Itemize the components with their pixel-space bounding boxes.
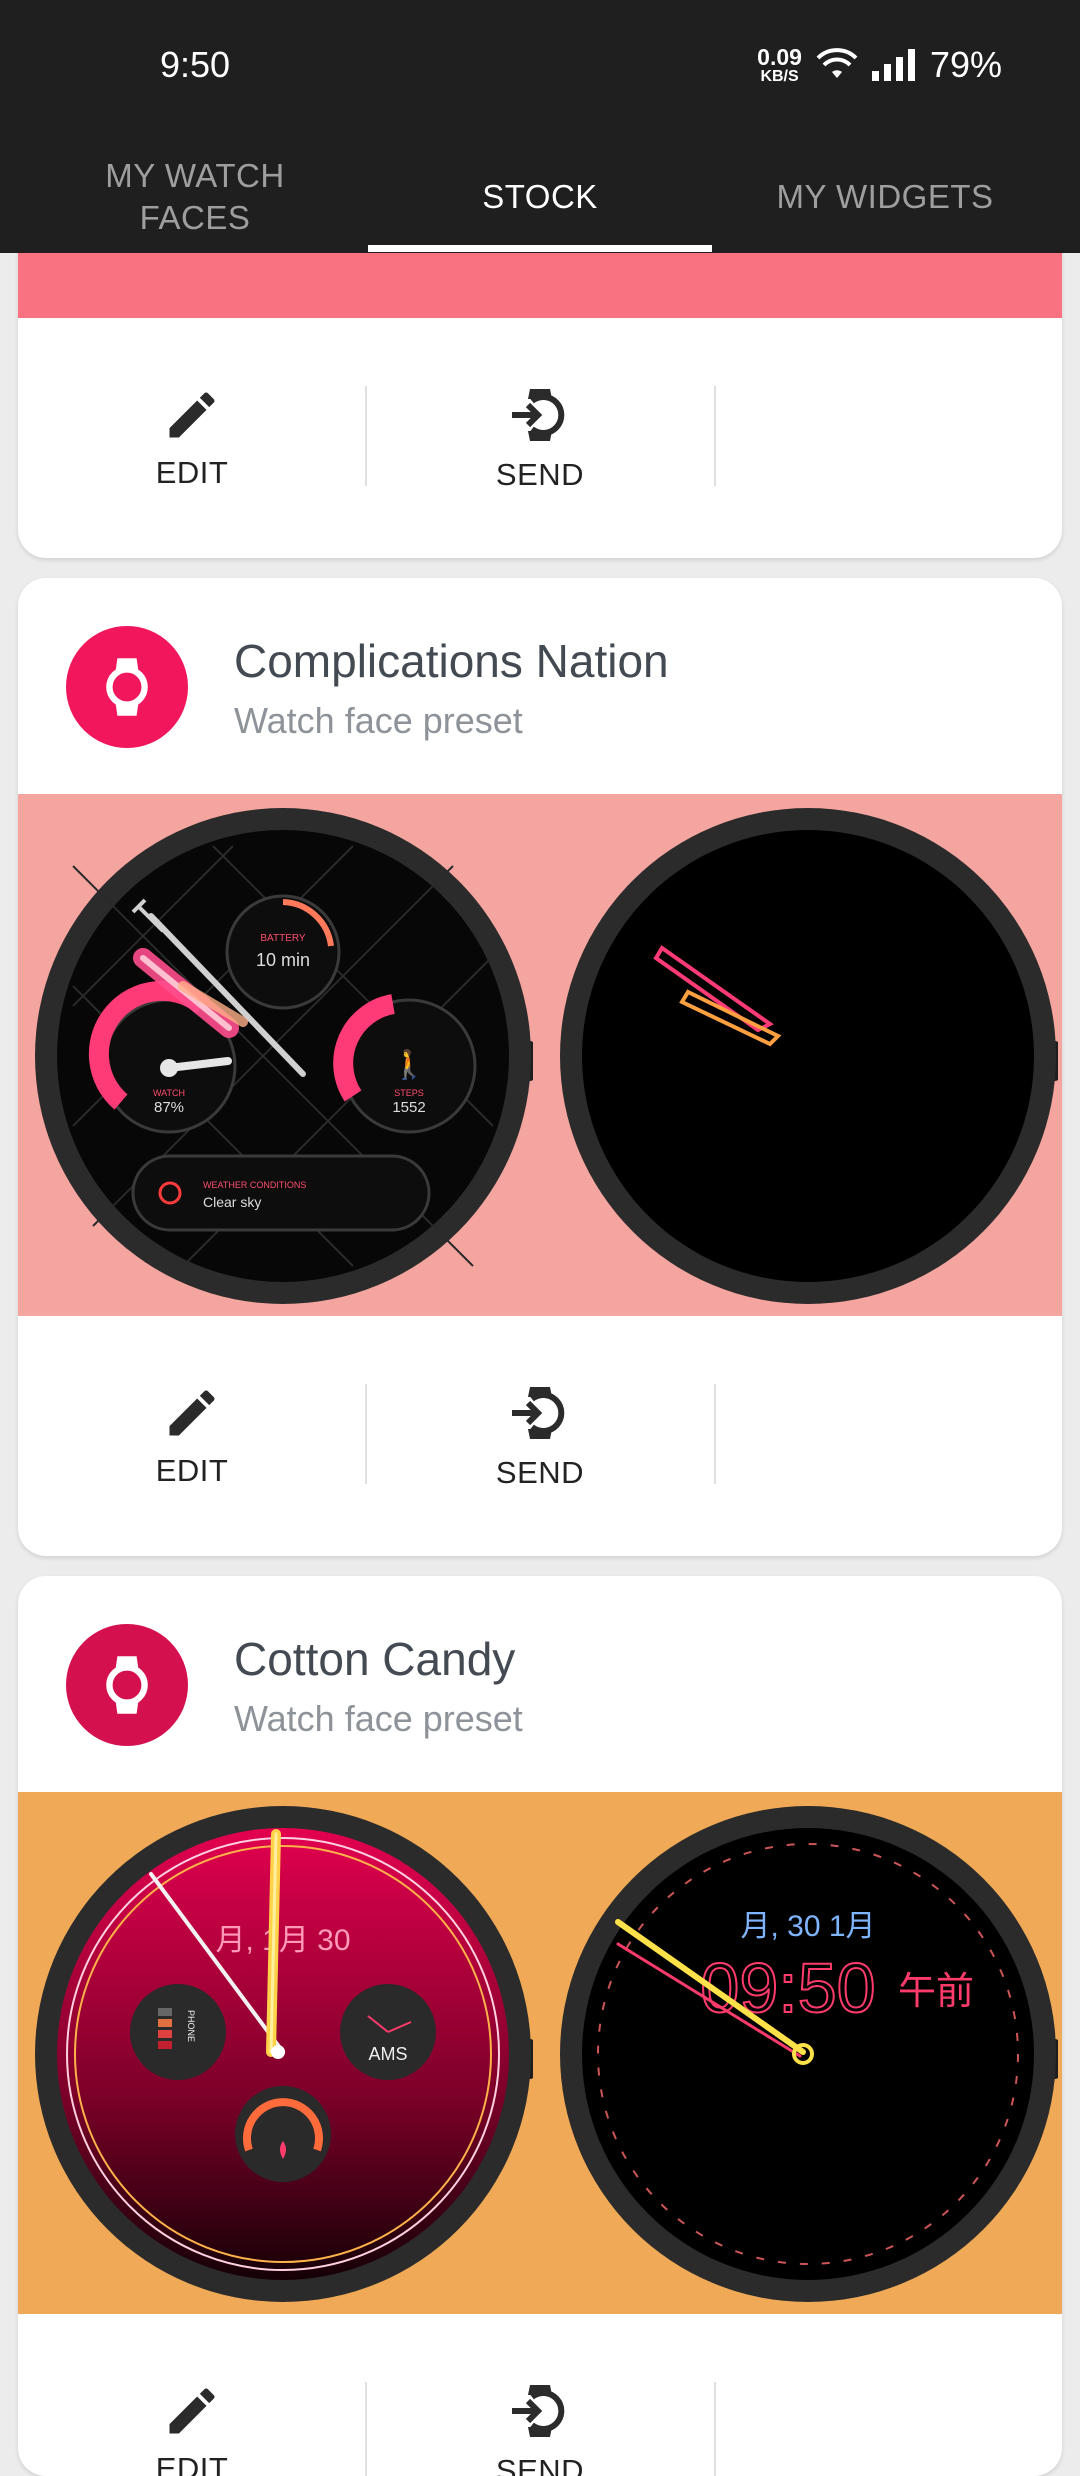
steps-comp-label: STEPS [394, 1088, 424, 1098]
wifi-icon [816, 48, 858, 78]
top-app-bar: 9:50 0.09 KB/S 79% MY WATCH FACES STOCK … [0, 0, 1080, 253]
watch-comp-value: 87% [154, 1099, 184, 1116]
card-actions: EDIT SEND [18, 318, 1062, 558]
watch-face-interactive: BATTERY 10 min WATCH 87% 🚶 STEPS 1552 WE… [35, 808, 533, 1304]
digital-time: 09:50 [700, 1949, 875, 2027]
watch-face-preview[interactable]: BATTERY 10 min WATCH 87% 🚶 STEPS 1552 WE… [18, 794, 1062, 1316]
tab-my-watch-faces[interactable]: MY WATCH FACES [15, 140, 375, 253]
card-avatar [66, 626, 188, 748]
network-speed-value: 0.09 [757, 43, 802, 70]
tab-stock[interactable]: STOCK [360, 140, 720, 253]
signal-icon [871, 49, 915, 81]
card-title: Cotton Candy [234, 1633, 516, 1685]
divider [714, 1384, 716, 1484]
status-icons: 0.09 KB/S 79% [757, 40, 1002, 90]
send-to-watch-icon [512, 2385, 565, 2437]
card-header[interactable]: Cotton Candy Watch face preset [18, 1576, 1062, 1792]
watch-face-card: Complications Nation Watch face preset B… [18, 578, 1062, 1556]
ams-comp-label: AMS [368, 2044, 407, 2064]
divider [714, 386, 716, 486]
watch-icon [106, 1656, 148, 1714]
card-header[interactable]: Complications Nation Watch face preset [18, 578, 1062, 794]
send-label: SEND [495, 2453, 585, 2476]
steps-comp-value: 1552 [392, 1099, 425, 1116]
send-button[interactable]: SEND [366, 2314, 714, 2476]
tab-indicator [368, 245, 712, 252]
phone-comp-label: PHONE [186, 2010, 196, 2042]
watch-icon [106, 658, 148, 716]
pencil-icon [169, 392, 215, 438]
edit-button[interactable]: EDIT [18, 318, 366, 558]
edit-label: EDIT [155, 2451, 229, 2476]
tab-label: MY WIDGETS [776, 177, 994, 215]
watch-face-ambient: 月, 30 1月 09:50 午前 [560, 1806, 1058, 2302]
send-label: SEND [495, 457, 585, 492]
watch-face-ambient [560, 808, 1058, 1304]
tab-my-widgets[interactable]: MY WIDGETS [705, 140, 1065, 253]
pencil-icon [169, 2388, 215, 2434]
battery-comp-value: 10 min [256, 950, 310, 970]
card-actions: EDIT SEND [18, 1316, 1062, 1556]
tab-bar: MY WATCH FACES STOCK MY WIDGETS [0, 140, 1080, 253]
send-to-watch-icon [512, 389, 565, 441]
ampm-label: 午前 [898, 1971, 974, 2013]
edit-button[interactable]: EDIT [18, 1316, 366, 1556]
edit-label: EDIT [155, 455, 229, 490]
network-speed-unit: KB/S [760, 67, 799, 85]
card-actions: EDIT SEND [18, 2314, 1062, 2476]
svg-text:🚶: 🚶 [392, 1048, 427, 1081]
battery-comp-label: BATTERY [260, 933, 306, 944]
date-right: 月, 30 1月 [740, 1910, 875, 1943]
edit-label: EDIT [155, 1453, 229, 1488]
weather-comp-label: WEATHER CONDITIONS [203, 1180, 306, 1190]
send-button[interactable]: SEND [366, 1316, 714, 1556]
send-label: SEND [495, 1455, 585, 1490]
pencil-icon [169, 1390, 215, 1436]
edit-button[interactable]: EDIT [18, 2314, 366, 2476]
date-left: 月, 1月 30 [215, 1924, 350, 1957]
battery-percent: 79% [929, 44, 1002, 85]
watch-face-card: Cotton Candy Watch face preset 月, 1月 30 [18, 1576, 1062, 2476]
send-button[interactable]: SEND [366, 318, 714, 558]
weather-comp-value: Clear sky [203, 1194, 261, 1210]
divider [714, 2382, 716, 2476]
card-subtitle: Watch face preset [234, 700, 523, 741]
network-speed: 0.09 KB/S [757, 43, 802, 85]
tab-label: MY WATCH FACES [105, 156, 285, 236]
tab-label: STOCK [482, 177, 598, 215]
watch-comp-label: WATCH [153, 1088, 185, 1098]
card-avatar [66, 1624, 188, 1746]
status-time: 9:50 [160, 44, 231, 85]
card-title: Complications Nation [234, 635, 669, 687]
card-subtitle: Watch face preset [234, 1698, 523, 1739]
watch-face-preview[interactable]: 月, 1月 30 PHONE AMS 月, 30 1月 09:50 午前 [18, 1792, 1062, 2314]
send-to-watch-icon [512, 1387, 565, 1439]
watch-face-interactive: 月, 1月 30 PHONE AMS [35, 1806, 533, 2302]
